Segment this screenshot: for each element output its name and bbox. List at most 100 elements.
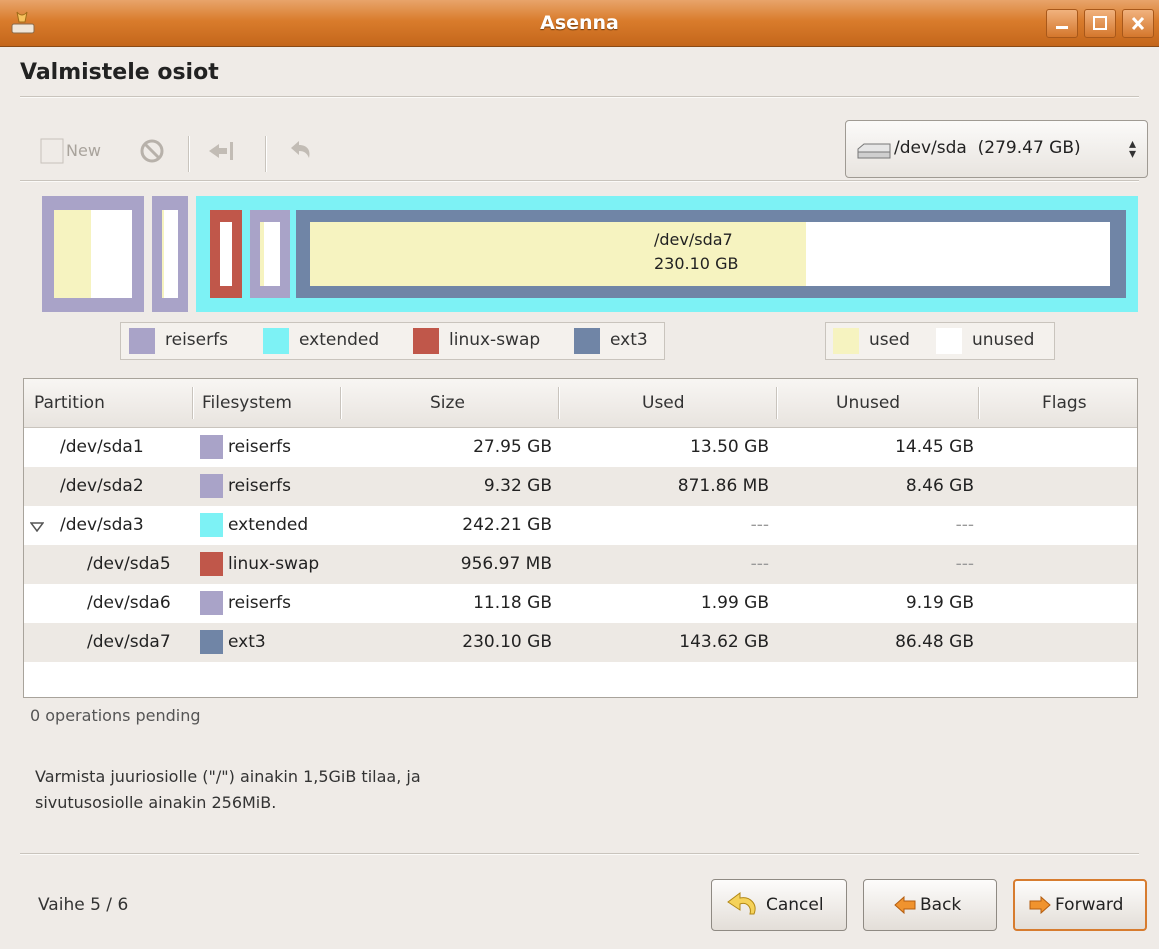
filesystem-swatch — [200, 591, 223, 615]
legend-label: ext3 — [610, 330, 648, 350]
filesystem-swatch — [200, 552, 223, 576]
minimize-icon — [1056, 26, 1068, 29]
size-cell: 230.10 GB — [462, 632, 552, 652]
used-swatch — [833, 328, 859, 354]
used-cell: 143.62 GB — [679, 632, 769, 652]
graph-partition-sda7[interactable]: /dev/sda7 230.10 GB — [296, 210, 1126, 298]
new-partition-button[interactable]: New — [40, 136, 120, 168]
page-heading: Valmistele osiot — [20, 60, 219, 85]
undo-icon — [291, 141, 310, 158]
usage-legend: used unused — [825, 322, 1055, 360]
filesystem-swatch — [200, 630, 223, 654]
partition-graph: /dev/sda7 230.10 GB — [42, 196, 1138, 312]
column-header-partition[interactable]: Partition — [34, 379, 105, 427]
partition-cell: /dev/sda3 — [60, 515, 144, 535]
size-cell: 9.32 GB — [483, 476, 552, 496]
filesystem-swatch — [200, 513, 223, 537]
combo-arrows-icon: ▴ ▾ — [1129, 136, 1137, 162]
partition-cell: /dev/sda1 — [60, 437, 144, 457]
cancel-label: Cancel — [766, 895, 824, 915]
column-separator — [192, 387, 194, 419]
forward-label: Forward — [1055, 895, 1124, 915]
new-partition-label: New — [66, 141, 101, 160]
arrow-left-icon — [894, 896, 916, 914]
filesystem-legend: reiserfs extended linux-swap ext3 — [120, 322, 665, 360]
graph-selected-name: /dev/sda7 — [654, 230, 733, 249]
table-row[interactable]: /dev/sda5 linux-swap 956.97 MB --- --- — [24, 545, 1137, 584]
used-bar — [54, 210, 91, 298]
size-cell: 27.95 GB — [473, 437, 552, 457]
table-row[interactable]: /dev/sda6 reiserfs 11.18 GB 1.99 GB 9.19… — [24, 584, 1137, 623]
used-cell: --- — [750, 515, 769, 535]
forward-button[interactable]: Forward — [1013, 879, 1147, 931]
back-label: Back — [920, 895, 962, 915]
delete-icon — [140, 139, 164, 163]
partition-table[interactable]: Partition Filesystem Size Used Unused Fl… — [23, 378, 1138, 698]
graph-partition-sda6[interactable] — [250, 210, 290, 298]
graph-partition-sda2[interactable] — [152, 196, 188, 312]
arrow-right-icon — [1029, 896, 1051, 914]
used-cell: 871.86 MB — [677, 476, 769, 496]
delete-partition-button[interactable] — [137, 136, 167, 168]
operations-pending-text: 0 operations pending — [30, 706, 201, 725]
column-header-flags[interactable]: Flags — [1042, 379, 1087, 427]
legend-label: linux-swap — [449, 330, 541, 350]
device-label: /dev/sda (279.47 GB) — [894, 138, 1081, 158]
new-partition-icon — [40, 138, 64, 164]
column-separator — [558, 387, 560, 419]
heading-separator — [20, 96, 1139, 98]
window-titlebar[interactable]: Asenna — [0, 0, 1159, 47]
unused-cell: 86.48 GB — [895, 632, 974, 652]
maximize-button[interactable] — [1084, 9, 1116, 38]
column-header-filesystem[interactable]: Filesystem — [202, 379, 292, 427]
used-cell: 13.50 GB — [690, 437, 769, 457]
column-header-unused[interactable]: Unused — [836, 379, 900, 427]
filesystem-swatch — [200, 474, 223, 498]
column-separator — [340, 387, 342, 419]
toolbar-separator — [265, 136, 267, 172]
toolbar-separator-line — [20, 180, 1139, 182]
window-title: Asenna — [540, 12, 619, 34]
unused-cell: --- — [955, 515, 974, 535]
resize-icon — [209, 142, 233, 160]
graph-partition-sda3[interactable]: /dev/sda7 230.10 GB — [196, 196, 1138, 312]
filesystem-cell: ext3 — [228, 632, 266, 652]
filesystem-cell: reiserfs — [228, 437, 291, 457]
expander-triangle-icon[interactable] — [30, 522, 44, 532]
column-separator — [776, 387, 778, 419]
cancel-button[interactable]: Cancel — [711, 879, 847, 931]
legend-label: unused — [972, 330, 1035, 350]
step-indicator: Vaihe 5 / 6 — [38, 895, 129, 915]
partition-requirements-note: Varmista juuriosiolle ("/") ainakin 1,5G… — [35, 764, 635, 816]
graph-partition-sda5[interactable] — [210, 210, 242, 298]
used-cell: 1.99 GB — [700, 593, 769, 613]
footer-separator — [20, 853, 1139, 855]
table-row[interactable]: /dev/sda7 ext3 230.10 GB 143.62 GB 86.48… — [24, 623, 1137, 662]
close-button[interactable] — [1122, 9, 1154, 38]
minimize-button[interactable] — [1046, 9, 1078, 38]
reiserfs-swatch — [129, 328, 155, 354]
ext3-swatch — [574, 328, 600, 354]
table-row[interactable]: /dev/sda2 reiserfs 9.32 GB 871.86 MB 8.4… — [24, 467, 1137, 506]
harddisk-icon — [857, 143, 891, 159]
resize-move-button[interactable] — [205, 136, 241, 168]
extended-swatch — [263, 328, 289, 354]
used-bar — [162, 210, 164, 298]
note-line: sivutusosiolle ainakin 256MiB. — [35, 793, 277, 812]
undo-button[interactable] — [287, 136, 319, 168]
device-selector[interactable]: /dev/sda (279.47 GB) ▴ ▾ — [845, 120, 1148, 178]
partition-cell: /dev/sda6 — [87, 593, 171, 613]
table-row[interactable]: /dev/sda3 extended 242.21 GB --- --- — [24, 506, 1137, 545]
linux-swap-swatch — [413, 328, 439, 354]
table-row[interactable]: /dev/sda1 reiserfs 27.95 GB 13.50 GB 14.… — [24, 428, 1137, 467]
back-button[interactable]: Back — [863, 879, 997, 931]
column-header-used[interactable]: Used — [642, 379, 685, 427]
partition-cell: /dev/sda7 — [87, 632, 171, 652]
graph-partition-sda1[interactable] — [42, 196, 144, 312]
graph-selected-size: 230.10 GB — [654, 254, 739, 273]
unused-cell: 8.46 GB — [905, 476, 974, 496]
column-header-size[interactable]: Size — [430, 379, 465, 427]
graph-selected-text: /dev/sda7 230.10 GB — [654, 228, 738, 276]
partition-cell: /dev/sda5 — [87, 554, 171, 574]
note-line: Varmista juuriosiolle ("/") ainakin 1,5G… — [35, 767, 421, 786]
